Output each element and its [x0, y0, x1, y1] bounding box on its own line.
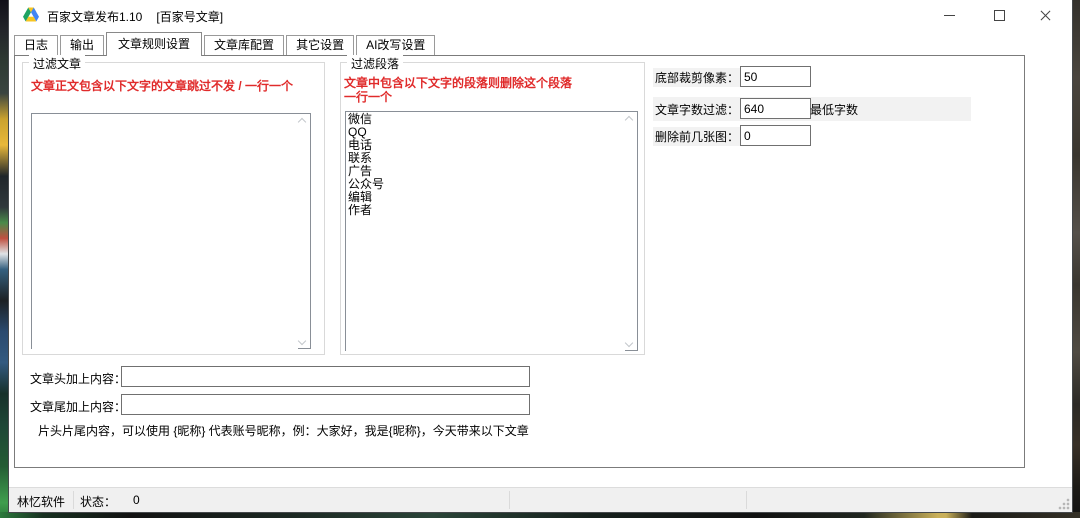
bottom-crop-input[interactable]: [740, 66, 811, 87]
desktop-edge-right: [1072, 0, 1080, 518]
head-content-label: 文章头加上内容：: [30, 370, 126, 387]
resize-grip-icon[interactable]: [1058, 498, 1070, 510]
chevron-up-icon[interactable]: [626, 115, 633, 122]
filter-article-hint: 文章正文包含以下文字的文章跳过不发 / 一行一个: [31, 77, 293, 94]
tab-article-rules[interactable]: 文章规则设置: [106, 32, 202, 56]
tab-strip: 日志 输出 文章规则设置 文章库配置 其它设置 AI改写设置: [14, 31, 437, 55]
close-button[interactable]: [1022, 0, 1068, 30]
tail-content-label: 文章尾加上内容：: [30, 398, 126, 415]
app-subtitle: [百家号文章]: [156, 10, 223, 24]
append-usage-hint: 片头片尾内容，可以使用 {昵称} 代表账号昵称，例：大家好，我是{昵称}，今天带…: [38, 422, 529, 439]
filter-paragraph-textarea-frame: 微信 QQ 电话 联系 广告 公众号 编辑 作者: [345, 111, 638, 351]
brand-label: 林忆软件: [17, 493, 65, 510]
app-title: 百家文章发布1.10: [47, 10, 142, 24]
maximize-icon: [994, 10, 1005, 21]
tab-output[interactable]: 输出: [60, 35, 104, 55]
tab-log[interactable]: 日志: [14, 35, 58, 55]
chevron-up-icon[interactable]: [299, 117, 306, 124]
word-filter-suffix: 最低字数: [810, 101, 858, 118]
close-icon: [1040, 10, 1051, 21]
tab-article-library[interactable]: 文章库配置: [204, 35, 284, 55]
drive-triangle-icon: [23, 7, 39, 22]
status-bar: 林忆软件 状态： 0: [9, 487, 1072, 512]
head-content-input[interactable]: [121, 366, 530, 387]
delete-images-input[interactable]: [740, 125, 811, 146]
desktop-edge-bottom: [0, 512, 1080, 518]
filter-article-groupbox: 过滤文章 文章正文包含以下文字的文章跳过不发 / 一行一个: [22, 62, 325, 355]
filter-article-textarea[interactable]: [32, 114, 298, 350]
filter-paragraph-hint-line2: 一行一个: [344, 88, 392, 105]
app-window: 百家文章发布1.10 [百家号文章] 日志 输出 文章规则设置 文章库配置 其它设…: [9, 0, 1072, 512]
word-filter-input[interactable]: [740, 98, 811, 119]
status-label: 状态：: [80, 493, 116, 510]
maximize-button[interactable]: [976, 0, 1022, 30]
chevron-down-icon[interactable]: [299, 338, 306, 345]
statusbar-separator: [746, 491, 747, 509]
statusbar-separator: [73, 491, 74, 509]
delete-images-label: 删除前几张图：: [653, 127, 741, 146]
tab-other-settings[interactable]: 其它设置: [286, 35, 354, 55]
filter-article-textarea-frame: [31, 113, 311, 349]
bottom-crop-label: 底部裁剪像素：: [653, 68, 741, 87]
word-filter-label: 文章字数过滤：: [653, 100, 741, 119]
statusbar-separator: [509, 491, 510, 509]
filter-paragraph-groupbox: 过滤段落 文章中包含以下文字的段落则删除这个段落 一行一个 微信 QQ 电话 联…: [340, 62, 645, 355]
filter-paragraph-legend: 过滤段落: [347, 55, 403, 72]
status-value: 0: [133, 493, 140, 507]
desktop-edge-left: [0, 0, 9, 518]
tail-content-input[interactable]: [121, 394, 530, 415]
minimize-icon: [944, 15, 955, 16]
filter-article-legend: 过滤文章: [29, 55, 85, 72]
filter-paragraph-textarea[interactable]: 微信 QQ 电话 联系 广告 公众号 编辑 作者: [346, 112, 625, 352]
minimize-button[interactable]: [926, 0, 972, 30]
title-bar: 百家文章发布1.10 [百家号文章]: [9, 0, 1072, 30]
tab-ai-rewrite[interactable]: AI改写设置: [356, 35, 435, 55]
chevron-down-icon[interactable]: [626, 340, 633, 347]
window-title: 百家文章发布1.10 [百家号文章]: [47, 8, 223, 25]
